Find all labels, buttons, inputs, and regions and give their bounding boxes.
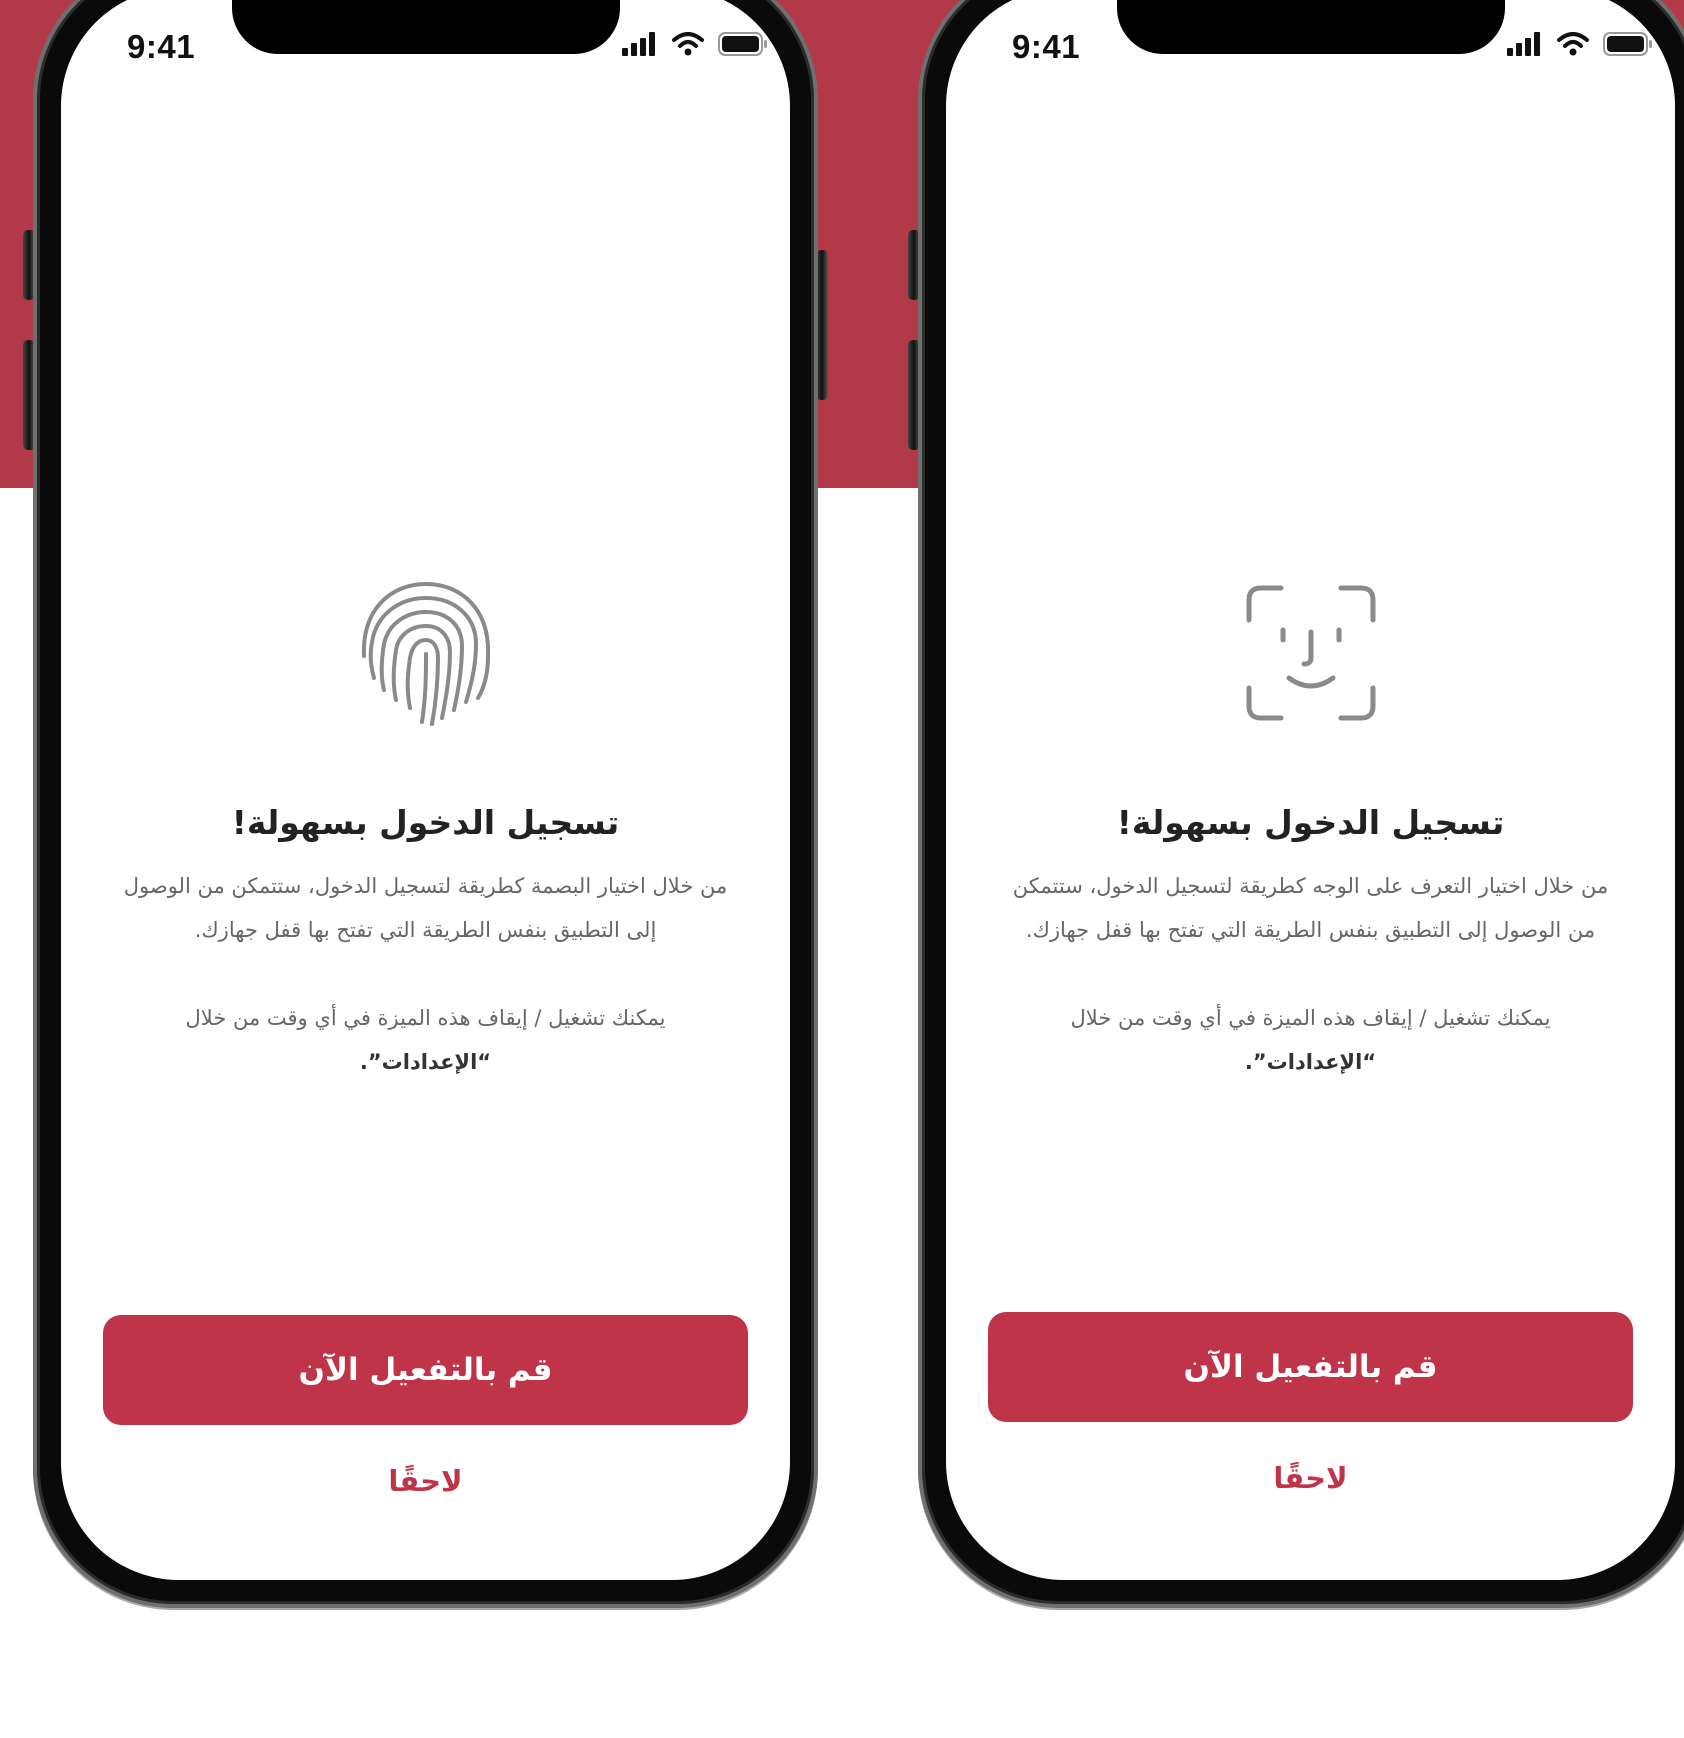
phone-fingerprint: 9:41 تسجيل الدخول بسهولة! من خلال اختيار… bbox=[23, 0, 828, 1608]
content: تسجيل الدخول بسهولة! من خلال اختيار التع… bbox=[1002, 800, 1619, 1084]
status-icons bbox=[1507, 32, 1653, 56]
phone-frame: 9:41 تسجيل الدخول بسهولة! من خلال اختيار… bbox=[33, 0, 818, 1608]
activate-now-button[interactable]: قم بالتفعيل الآن bbox=[988, 1312, 1633, 1422]
phone-face-id: 9:41 تسجيل الدخول بسهولة! من خلال اختيار… bbox=[908, 0, 1684, 1608]
notch bbox=[1116, 0, 1505, 54]
page-title: تسجيل الدخول بسهولة! bbox=[231, 803, 620, 842]
status-icons bbox=[622, 32, 768, 56]
settings-note-text: يمكنك تشغيل / إيقاف هذه الميزة في أي وقت… bbox=[185, 1006, 666, 1030]
settings-note-text: يمكنك تشغيل / إيقاف هذه الميزة في أي وقت… bbox=[1070, 1006, 1551, 1030]
wifi-icon bbox=[672, 32, 704, 56]
description: من خلال اختيار التعرف على الوجه كطريقة ل… bbox=[1012, 874, 1609, 942]
later-link[interactable]: لاحقًا bbox=[61, 1464, 790, 1498]
signal-icon bbox=[622, 32, 655, 56]
content: تسجيل الدخول بسهولة! من خلال اختيار البص… bbox=[117, 800, 734, 1084]
settings-note: يمكنك تشغيل / إيقاف هذه الميزة في أي وقت… bbox=[117, 996, 734, 1084]
battery-icon bbox=[718, 32, 767, 56]
phone-screen: 9:41 تسجيل الدخول بسهولة! من خلال اختيار… bbox=[61, 0, 790, 1580]
signal-icon bbox=[1507, 32, 1540, 56]
battery-icon bbox=[1603, 32, 1652, 56]
page-title: تسجيل الدخول بسهولة! bbox=[1116, 803, 1505, 842]
status-time: 9:41 bbox=[1012, 28, 1081, 65]
settings-note: يمكنك تشغيل / إيقاف هذه الميزة في أي وقت… bbox=[1002, 996, 1619, 1084]
later-link[interactable]: لاحقًا bbox=[946, 1461, 1675, 1495]
activate-now-button[interactable]: قم بالتفعيل الآن bbox=[103, 1315, 748, 1425]
settings-link[interactable]: “الإعدادات”. bbox=[1245, 1050, 1376, 1074]
settings-link[interactable]: “الإعدادات”. bbox=[360, 1050, 491, 1074]
status-time: 9:41 bbox=[127, 28, 196, 65]
notch bbox=[231, 0, 620, 54]
fingerprint-icon bbox=[361, 581, 490, 726]
wifi-icon bbox=[1557, 32, 1589, 56]
phone-screen: 9:41 تسجيل الدخول بسهولة! من خلال اختيار… bbox=[946, 0, 1675, 1580]
phone-frame: 9:41 تسجيل الدخول بسهولة! من خلال اختيار… bbox=[918, 0, 1684, 1608]
description: من خلال اختيار البصمة كطريقة لتسجيل الدخ… bbox=[123, 874, 728, 942]
face-id-icon bbox=[1246, 585, 1375, 721]
